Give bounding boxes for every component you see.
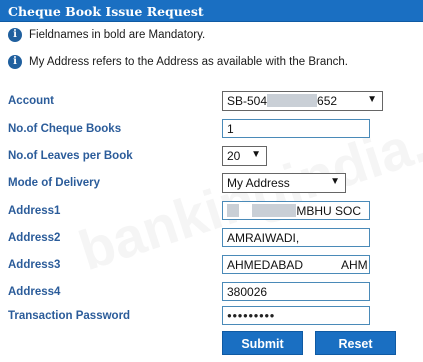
masked-value [252,204,297,217]
delivery-select[interactable]: My Address ▼ [222,173,346,193]
info-text: My Address refers to the Address as avai… [29,56,348,68]
password-label: Transaction Password [8,310,131,322]
leaves-label: No.of Leaves per Book [8,150,133,162]
masked-value [267,94,318,107]
info-icon: i [8,28,22,42]
form-header: Cheque Book Issue Request [0,0,423,22]
address1-input[interactable]: MBHU SOC [222,201,370,220]
leaves-select[interactable]: 20 ▼ [222,146,267,166]
address1-label: Address1 [8,205,61,217]
address4-label: Address4 [8,286,61,298]
submit-button[interactable]: Submit [222,331,303,355]
info-icon: i [8,55,22,69]
password-input[interactable]: ●●●●●●●●● [222,306,370,325]
address3-label: Address3 [8,259,61,271]
cheque-books-input[interactable]: 1 [222,119,370,138]
delivery-label: Mode of Delivery [8,177,101,189]
form-title: Cheque Book Issue Request [8,4,204,19]
address2-input[interactable]: AMRAIWADI, [222,228,370,247]
masked-value [227,204,239,217]
reset-button[interactable]: Reset [315,331,396,355]
address4-input[interactable]: 380026 [222,282,370,301]
cheque-books-label: No.of Cheque Books [8,123,122,135]
info-text: Fieldnames in bold are Mandatory. [29,29,206,41]
triangle-down-icon: ▼ [251,149,261,160]
triangle-down-icon: ▼ [330,176,340,187]
address3-input[interactable]: AHMEDABAD AHM [222,255,370,274]
address2-label: Address2 [8,232,61,244]
triangle-down-icon: ▼ [367,94,377,105]
account-select[interactable]: SB-504 652 ▼ [222,91,383,111]
account-label: Account [8,95,54,107]
